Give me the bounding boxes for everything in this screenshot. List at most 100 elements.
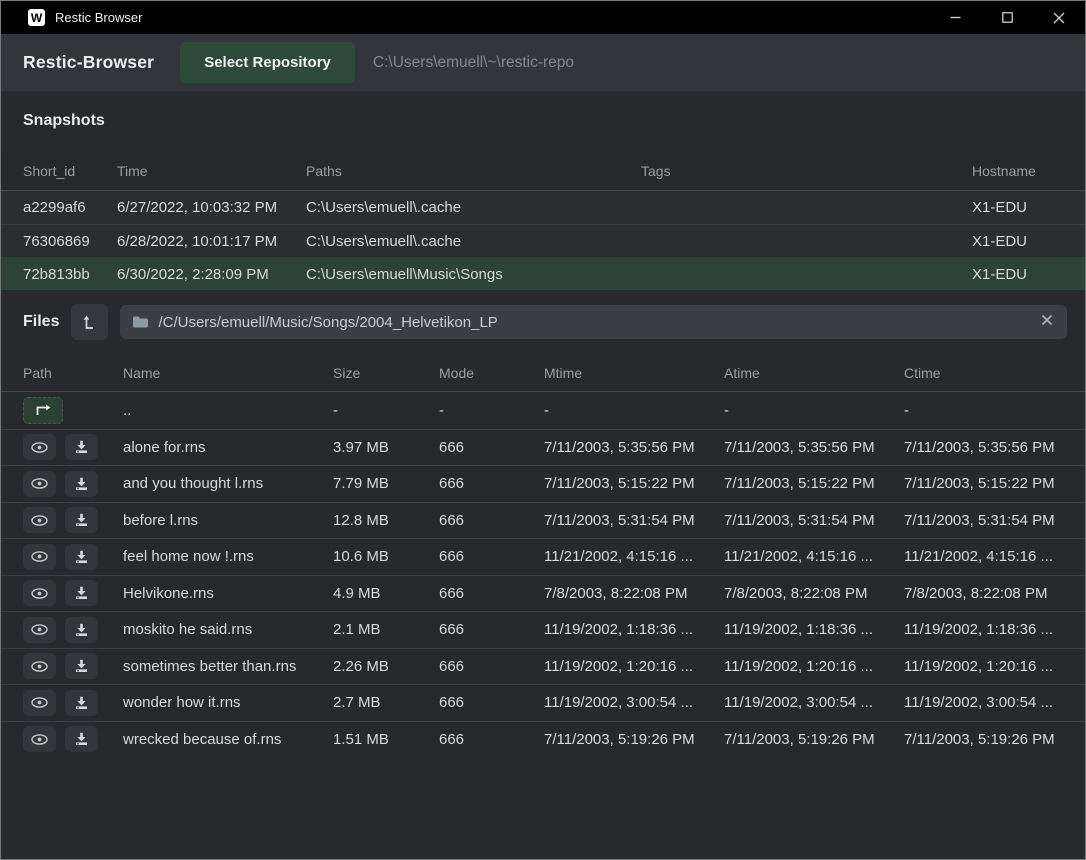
snapshot-row[interactable]: a2299af6 6/27/2022, 10:03:32 PM C:\Users… <box>1 191 1085 224</box>
download-icon <box>74 513 89 527</box>
snapshot-paths: C:\Users\emuell\.cache <box>306 233 641 250</box>
file-row: alone for.rns 3.97 MB 666 7/11/2003, 5:3… <box>1 429 1085 466</box>
download-file-button[interactable] <box>65 617 98 643</box>
snapshot-row-selected[interactable]: 72b813bb 6/30/2022, 2:28:09 PM C:\Users\… <box>1 257 1085 290</box>
file-atime: 7/11/2003, 5:19:26 PM <box>724 731 904 748</box>
app-title: Restic-Browser <box>23 52 154 73</box>
preview-file-button[interactable] <box>23 544 56 570</box>
file-size: 4.9 MB <box>333 585 439 602</box>
snapshot-time: 6/27/2022, 10:03:32 PM <box>117 199 306 216</box>
eye-icon <box>31 624 48 635</box>
file-mode: 666 <box>439 548 544 565</box>
file-atime: 7/11/2003, 5:15:22 PM <box>724 475 904 492</box>
file-row: before l.rns 12.8 MB 666 7/11/2003, 5:31… <box>1 502 1085 539</box>
file-name: feel home now !.rns <box>123 548 333 565</box>
preview-file-button[interactable] <box>23 471 56 497</box>
file-name: moskito he said.rns <box>123 621 333 638</box>
file-row: and you thought l.rns 7.79 MB 666 7/11/2… <box>1 465 1085 502</box>
download-icon <box>74 696 89 710</box>
preview-file-button[interactable] <box>23 617 56 643</box>
file-mtime: 7/11/2003, 5:15:22 PM <box>544 475 724 492</box>
file-mode: - <box>439 402 544 419</box>
preview-file-button[interactable] <box>23 507 56 533</box>
snapshot-time: 6/28/2022, 10:01:17 PM <box>117 233 306 250</box>
file-row: sometimes better than.rns 2.26 MB 666 11… <box>1 648 1085 685</box>
preview-file-button[interactable] <box>23 434 56 460</box>
repository-path: C:\Users\emuell\~\restic-repo <box>373 54 574 72</box>
eye-icon <box>31 551 48 562</box>
file-ctime: - <box>904 402 1067 419</box>
download-file-button[interactable] <box>65 690 98 716</box>
file-name: sometimes better than.rns <box>123 658 333 675</box>
minimize-button[interactable] <box>929 1 981 34</box>
download-icon <box>74 477 89 491</box>
preview-file-button[interactable] <box>23 653 56 679</box>
download-icon <box>74 659 89 673</box>
file-size: 10.6 MB <box>333 548 439 565</box>
download-icon <box>74 732 89 746</box>
col-tags: Tags <box>641 163 972 179</box>
file-size: 2.7 MB <box>333 694 439 711</box>
download-file-button[interactable] <box>65 726 98 752</box>
file-size: 1.51 MB <box>333 731 439 748</box>
file-row: moskito he said.rns 2.1 MB 666 11/19/200… <box>1 611 1085 648</box>
file-atime: 7/11/2003, 5:35:56 PM <box>724 439 904 456</box>
file-mode: 666 <box>439 439 544 456</box>
file-ctime: 7/11/2003, 5:31:54 PM <box>904 512 1067 529</box>
select-repository-button[interactable]: Select Repository <box>180 42 355 83</box>
go-up-directory-button[interactable] <box>23 397 63 424</box>
wails-logo-icon: W <box>28 9 45 26</box>
file-mtime: 7/11/2003, 5:19:26 PM <box>544 731 724 748</box>
up-level-arrow-icon <box>83 315 96 330</box>
maximize-icon <box>1002 12 1013 23</box>
download-file-button[interactable] <box>65 580 98 606</box>
up-level-button[interactable] <box>71 304 108 340</box>
snapshot-row[interactable]: 76306869 6/28/2022, 10:01:17 PM C:\Users… <box>1 224 1085 257</box>
file-mtime: 7/11/2003, 5:35:56 PM <box>544 439 724 456</box>
maximize-button[interactable] <box>981 1 1033 34</box>
download-file-button[interactable] <box>65 507 98 533</box>
col-mtime: Mtime <box>544 365 724 381</box>
file-size: 3.97 MB <box>333 439 439 456</box>
eye-icon <box>31 478 48 489</box>
eye-icon <box>31 588 48 599</box>
preview-file-button[interactable] <box>23 690 56 716</box>
file-mode: 666 <box>439 475 544 492</box>
download-file-button[interactable] <box>65 544 98 570</box>
file-mtime: 11/19/2002, 3:00:54 ... <box>544 694 724 711</box>
file-name: .. <box>123 402 333 419</box>
preview-file-button[interactable] <box>23 726 56 752</box>
file-size: - <box>333 402 439 419</box>
file-name: before l.rns <box>123 512 333 529</box>
eye-icon <box>31 697 48 708</box>
clear-path-button[interactable] <box>1039 314 1055 330</box>
download-file-button[interactable] <box>65 653 98 679</box>
file-mode: 666 <box>439 731 544 748</box>
file-size: 2.26 MB <box>333 658 439 675</box>
snapshot-short-id: a2299af6 <box>23 199 117 216</box>
file-atime: 11/19/2002, 3:00:54 ... <box>724 694 904 711</box>
eye-icon <box>31 515 48 526</box>
col-mode: Mode <box>439 365 544 381</box>
snapshot-hostname: X1-EDU <box>972 199 1067 216</box>
file-ctime: 11/21/2002, 4:15:16 ... <box>904 548 1067 565</box>
file-name: wrecked because of.rns <box>123 731 333 748</box>
file-size: 12.8 MB <box>333 512 439 529</box>
file-name: alone for.rns <box>123 439 333 456</box>
download-file-button[interactable] <box>65 434 98 460</box>
clear-x-icon <box>1041 314 1053 326</box>
restic-browser-window: W Restic Browser Restic-Browser Select R… <box>0 0 1086 860</box>
close-button[interactable] <box>1033 1 1085 34</box>
file-mtime: 7/11/2003, 5:31:54 PM <box>544 512 724 529</box>
snapshot-hostname: X1-EDU <box>972 266 1067 283</box>
col-short-id: Short_id <box>23 163 117 179</box>
download-file-button[interactable] <box>65 471 98 497</box>
file-name: Helvikone.rns <box>123 585 333 602</box>
path-input[interactable] <box>158 314 1039 331</box>
file-ctime: 11/19/2002, 1:20:16 ... <box>904 658 1067 675</box>
eye-icon <box>31 442 48 453</box>
snapshot-short-id: 76306869 <box>23 233 117 250</box>
file-row: wrecked because of.rns 1.51 MB 666 7/11/… <box>1 721 1085 758</box>
col-atime: Atime <box>724 365 904 381</box>
preview-file-button[interactable] <box>23 580 56 606</box>
